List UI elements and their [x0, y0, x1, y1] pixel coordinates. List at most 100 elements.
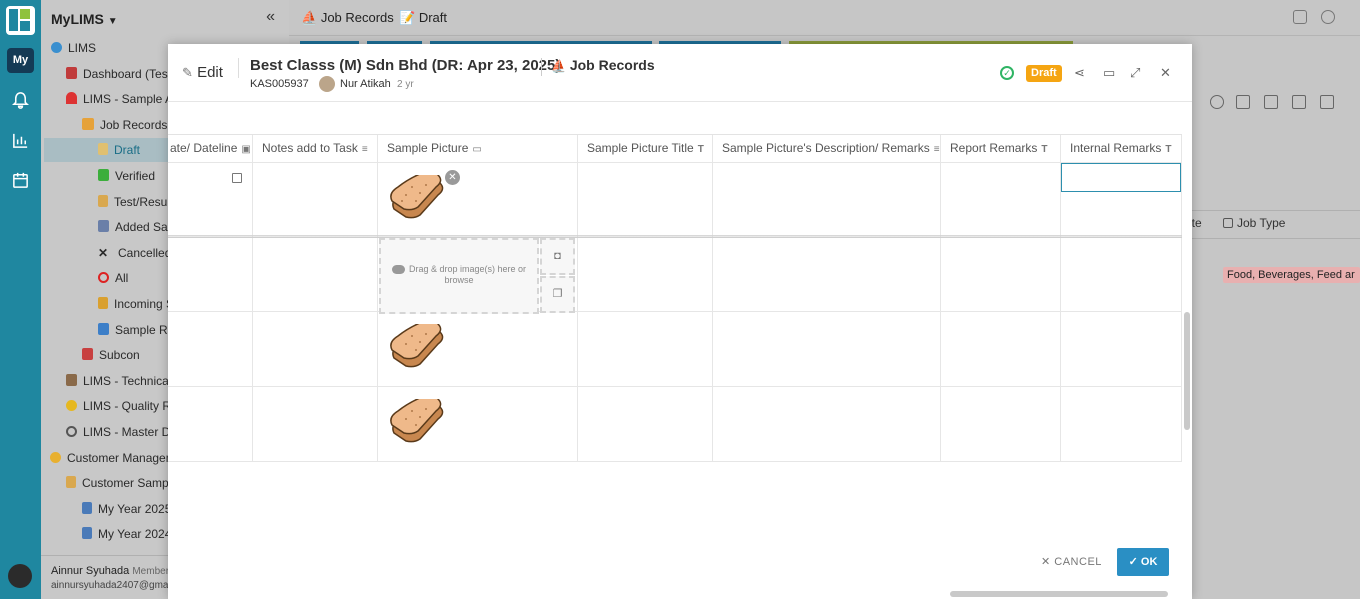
expand-icon[interactable]: ⤢: [1130, 66, 1140, 80]
sidebar-item-label: LIMS - Quality Re: [83, 399, 178, 413]
camera-button[interactable]: ◘: [540, 238, 575, 275]
sidebar-item-my-year-2024[interactable]: My Year 2024: [82, 522, 171, 546]
check-box-icon: [98, 169, 109, 181]
grid-line: [1181, 135, 1182, 461]
sidebar-item-sample-re[interactable]: Sample Re: [98, 318, 174, 342]
sample-picture-table: ate/ Dateline ▣ Notes add to Task ≡ Sample…: [168, 134, 1182, 488]
column-header-sample-picture[interactable]: Sample Picture ▭: [377, 135, 577, 162]
remove-image-button[interactable]: ✕: [445, 170, 460, 185]
sidebar-item-label: Draft: [114, 143, 141, 157]
internal-remarks-input[interactable]: [1061, 163, 1181, 192]
globe-icon: [51, 42, 62, 53]
text-lines-icon: ≡: [933, 144, 940, 155]
x-mark-icon: ✕: [98, 246, 109, 260]
sidebar-item-all[interactable]: All: [98, 266, 128, 290]
breadcrumb[interactable]: ⛵ Job Records: [301, 10, 394, 26]
settings-gear-icon[interactable]: [1321, 10, 1335, 24]
grid-line: [168, 386, 1182, 387]
sidebar-item-label: Incoming S: [114, 297, 175, 311]
text-type-icon: T: [1041, 144, 1048, 155]
vertical-scrollbar[interactable]: [1184, 312, 1190, 430]
app-switcher[interactable]: MyLIMS ▼: [51, 11, 118, 27]
sidebar-item-verified[interactable]: Verified: [98, 164, 155, 188]
refresh-icon[interactable]: [1210, 95, 1224, 109]
reports-chart-icon[interactable]: [11, 131, 30, 150]
sidebar-item-label: Sample Re: [115, 323, 175, 337]
calendar-icon[interactable]: [11, 171, 30, 190]
user-avatar[interactable]: [8, 564, 32, 588]
sidebar-item-added-samples[interactable]: Added San: [98, 215, 174, 239]
image-dropzone[interactable]: Drag & drop image(s) here or browse: [379, 238, 539, 314]
horizontal-scrollbar[interactable]: [950, 591, 1168, 597]
sidebar-item-cancelled[interactable]: ✕ Cancelled: [98, 241, 171, 265]
verified-check-icon: ✓: [1000, 66, 1014, 80]
sidebar-item-label: My Year 2025: [98, 502, 172, 516]
sidebar-item-master-data[interactable]: LIMS - Master Da: [66, 420, 177, 444]
column-header-job-type[interactable]: Job Type: [1223, 216, 1285, 230]
dialog-header: ✎ Edit Best Classs (M) Sdn Bhd (DR: Apr …: [168, 44, 1192, 102]
grid-line: [712, 135, 713, 461]
sidebar-item-lims-sample[interactable]: LIMS - Sample Ac: [66, 87, 179, 111]
column-header-dateline[interactable]: ate/ Dateline ▣: [168, 135, 252, 162]
tools-icon: [66, 374, 77, 386]
collapse-sidebar-icon[interactable]: «: [266, 8, 275, 26]
sidebar-item-incoming[interactable]: Incoming S: [98, 292, 174, 316]
column-header-report-remarks[interactable]: Report Remarks T: [940, 135, 1060, 162]
column-header-picture-title[interactable]: Sample Picture Title T: [577, 135, 712, 162]
app-logo-icon[interactable]: [6, 6, 35, 35]
sidebar-item-subcon[interactable]: Subcon: [82, 343, 140, 367]
share-icon[interactable]: ⋖: [1074, 66, 1085, 80]
sidebar-item-quality[interactable]: LIMS - Quality Re: [66, 394, 178, 418]
sidebar-item-label: Subcon: [99, 348, 140, 362]
record-title: Best Classs (M) Sdn Bhd (DR: Apr 23, 202…: [250, 57, 561, 74]
grid-line: [168, 311, 1182, 312]
date-picker-icon[interactable]: [232, 173, 242, 183]
sidebar-item-label: Cancelled: [118, 246, 172, 260]
column-header-notes[interactable]: Notes add to Task ≡: [252, 135, 377, 162]
circle-icon: [98, 272, 109, 283]
breadcrumb-draft[interactable]: 📝 Draft: [399, 10, 447, 26]
paste-image-button[interactable]: ❐: [540, 276, 575, 313]
status-badge: Draft: [1026, 65, 1062, 82]
checklist-icon[interactable]: [1320, 95, 1334, 109]
ok-button[interactable]: ✓ OK: [1117, 548, 1169, 576]
crumb-job-records: Job Records: [320, 10, 394, 25]
sidebar-item-job-records[interactable]: Job Records: [82, 113, 167, 137]
column-header-internal-remarks[interactable]: Internal Remarks T: [1060, 135, 1182, 162]
edit-mode-text: Edit: [197, 64, 223, 81]
sidebar-item-my-year-2025[interactable]: My Year 2025: [82, 497, 171, 521]
stamp-icon: [82, 348, 93, 360]
module-name: Job Records: [569, 57, 655, 73]
sample-picture-thumbnail[interactable]: [386, 324, 450, 376]
sailboat-icon: ⛵: [301, 10, 318, 25]
job-type-label: Job Type: [1237, 216, 1286, 230]
export-file-icon[interactable]: [1236, 95, 1250, 109]
my-workspace-button[interactable]: My: [7, 48, 34, 73]
sidebar-item-label: Test/Resul: [114, 195, 171, 209]
column-header-description[interactable]: Sample Picture's Description/ Remarks ≡: [712, 135, 940, 162]
cancel-button[interactable]: ✕ CANCEL: [1041, 555, 1102, 568]
sidebar-item-dashboard[interactable]: Dashboard (Testi: [66, 62, 174, 86]
edit-pencil-icon: ✎: [182, 65, 193, 80]
bell-icon[interactable]: [11, 91, 30, 110]
sidebar-item-test-results[interactable]: Test/Resul: [98, 190, 170, 214]
column-label: Sample Picture's Description/ Remarks: [722, 141, 930, 155]
org-chart-icon[interactable]: [1293, 10, 1307, 24]
chart-view-icon[interactable]: [1264, 95, 1278, 109]
sidebar-item-customer-management[interactable]: Customer Managem: [50, 446, 176, 470]
column-label: Report Remarks: [950, 141, 1038, 155]
app-name[interactable]: MyLIMS: [51, 11, 104, 27]
sidebar-item-technical[interactable]: LIMS - Technical I: [66, 369, 178, 393]
sample-picture-thumbnail[interactable]: [386, 175, 450, 227]
sample-picture-thumbnail[interactable]: [386, 399, 450, 451]
close-icon[interactable]: ✕: [1160, 66, 1171, 80]
module-link[interactable]: ⛵ Job Records: [551, 57, 655, 73]
sidebar-item-customer-sample[interactable]: Customer Sample: [66, 471, 178, 495]
sidebar-item-lims[interactable]: LIMS: [51, 36, 96, 60]
job-type-chip: Food, Beverages, Feed ar: [1223, 267, 1360, 283]
calendar-view-icon[interactable]: [1292, 95, 1306, 109]
grid-line: [168, 162, 1182, 163]
comment-icon[interactable]: ▭: [1103, 66, 1115, 80]
close-icon: ✕: [1041, 556, 1051, 568]
author-name: Nur Atikah: [340, 78, 391, 90]
